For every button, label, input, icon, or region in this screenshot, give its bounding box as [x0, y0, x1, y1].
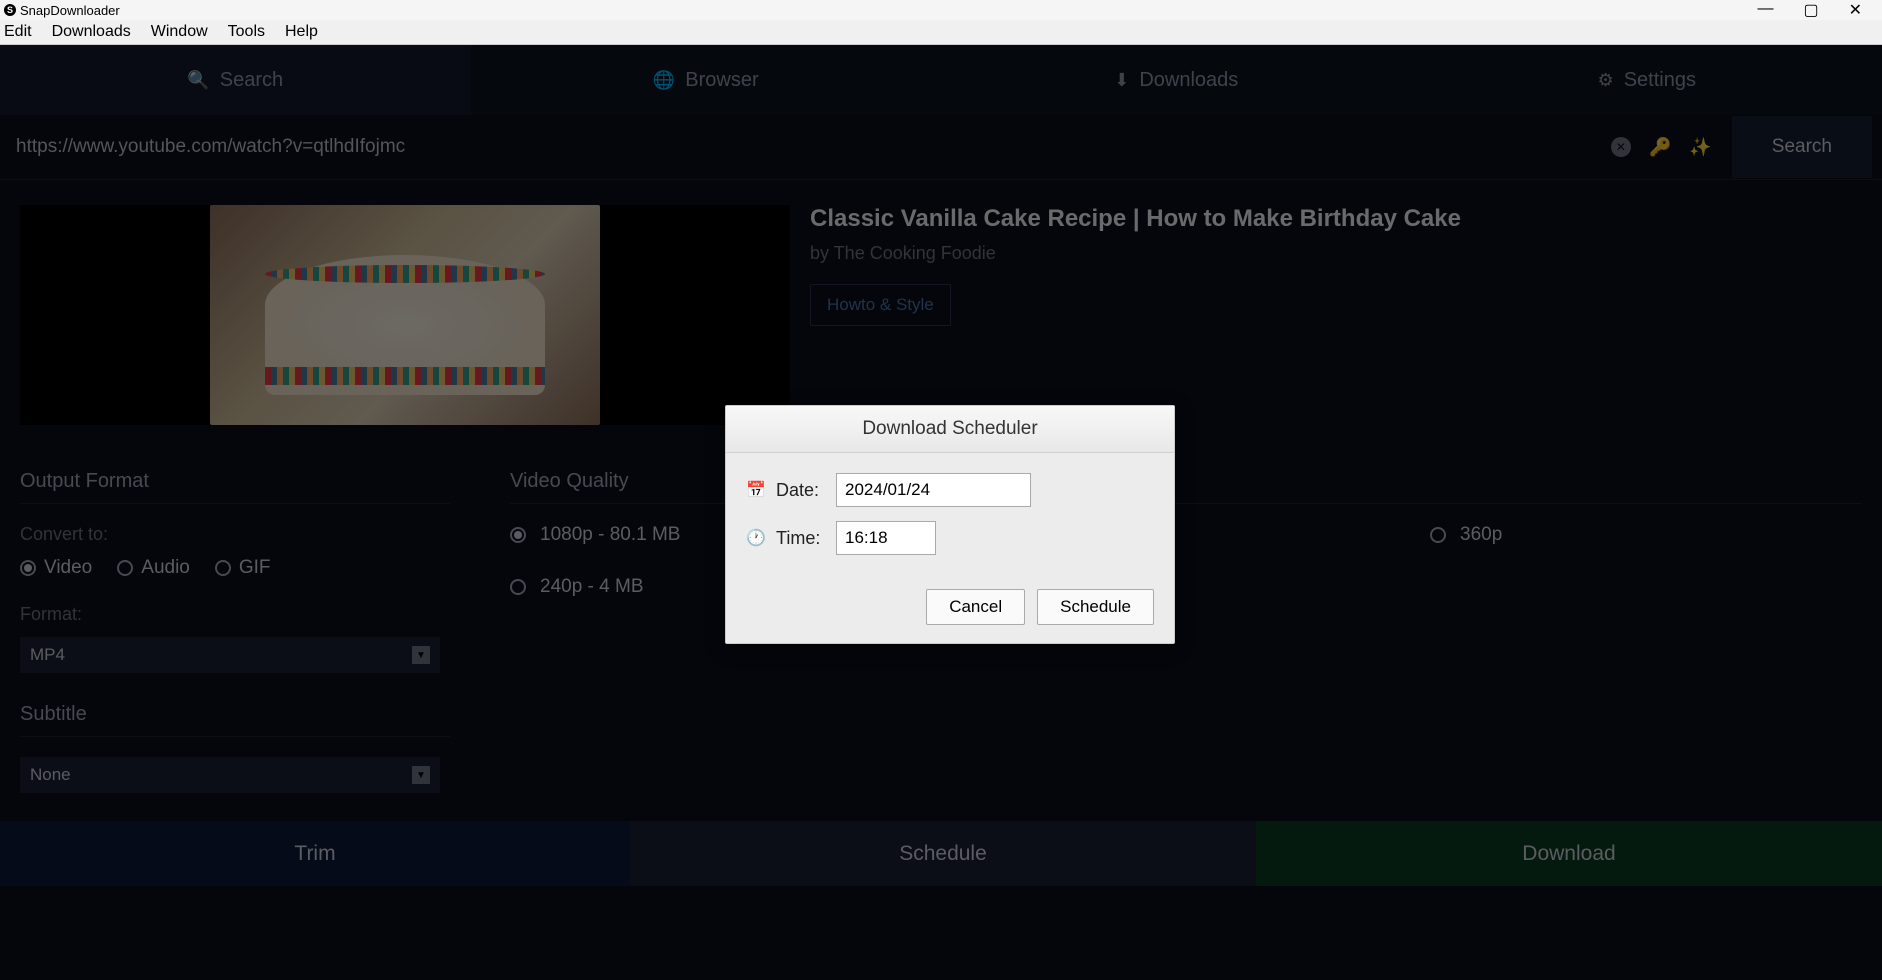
menu-edit[interactable]: Edit: [4, 23, 32, 41]
time-input[interactable]: [836, 521, 936, 555]
minimize-button[interactable]: —: [1757, 0, 1773, 20]
dialog-title: Download Scheduler: [726, 406, 1174, 453]
menu-help[interactable]: Help: [285, 23, 318, 41]
menu-tools[interactable]: Tools: [228, 23, 265, 41]
menu-window[interactable]: Window: [151, 23, 208, 41]
maximize-button[interactable]: ▢: [1803, 0, 1818, 20]
app-icon: S: [4, 4, 16, 16]
date-label: Date:: [776, 480, 826, 501]
close-button[interactable]: ✕: [1849, 0, 1862, 20]
clock-icon: 🕐: [746, 528, 766, 548]
cancel-button[interactable]: Cancel: [926, 589, 1025, 625]
menu-downloads[interactable]: Downloads: [52, 23, 131, 41]
schedule-confirm-button[interactable]: Schedule: [1037, 589, 1154, 625]
date-input[interactable]: [836, 473, 1031, 507]
menubar: Edit Downloads Window Tools Help: [0, 20, 1882, 45]
app-title: SnapDownloader: [20, 3, 120, 18]
download-scheduler-dialog: Download Scheduler 📅 Date: 🕐 Time: Cance…: [725, 405, 1175, 644]
titlebar: S SnapDownloader — ▢ ✕: [0, 0, 1882, 20]
time-label: Time:: [776, 528, 826, 549]
calendar-icon: 📅: [746, 480, 766, 500]
